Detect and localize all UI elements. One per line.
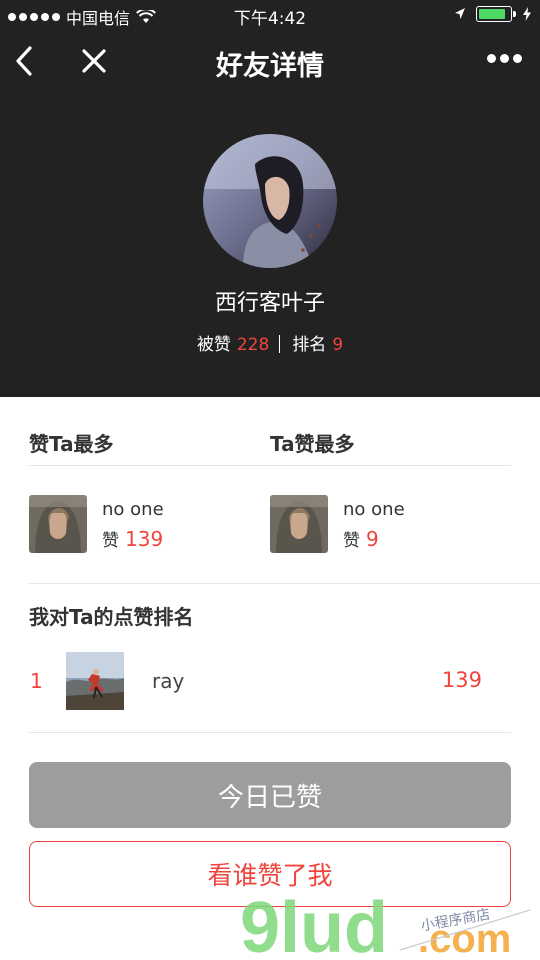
stats-divider [279,335,281,353]
watermark-tagline: 小程序商店 [420,907,492,935]
likes-count: 9 [366,527,379,551]
rank-label: 排名 [292,335,327,355]
top-likers-heading: 赞Ta最多 [29,432,114,456]
status-bar: 中国电信 下午4:42 [0,0,540,30]
profile-stats: 被赞 228 排名 9 [0,330,540,355]
divider [29,732,511,733]
ranking-name: ray [152,669,185,693]
liked-today-button[interactable]: 今日已赞 [29,762,511,828]
top-liked-avatar[interactable] [270,495,328,553]
divider [29,465,511,466]
my-ranking-heading: 我对Ta的点赞排名 [29,605,194,629]
top-liker-name: no one [102,499,164,520]
top-liker-likes: 赞 139 [102,526,163,551]
chevron-left-icon[interactable] [10,44,40,78]
divider [29,583,540,584]
profile-avatar [203,134,337,268]
ranking-number: 1 [30,669,43,693]
top-liker-avatar[interactable] [29,495,87,553]
liked-count: 228 [236,335,270,355]
profile-name: 西行客叶子 [214,291,325,316]
close-icon[interactable] [80,46,108,76]
profile-header: 中国电信 下午4:42 好友详情 西行客叶子 被赞 228 排名 9 [0,0,540,397]
charging-bolt-icon [523,7,531,21]
top-liked-likes: 赞9 [343,526,379,551]
nav-bar: 好友详情 [0,34,540,88]
rank-value: 9 [332,335,344,355]
who-liked-me-button[interactable]: 看谁赞了我 [29,841,511,907]
liked-label: 被赞 [196,335,231,355]
location-arrow-icon [455,8,465,19]
ranking-count: 139 [441,668,482,692]
likes-label: 赞 [102,531,119,551]
more-dots-icon[interactable] [487,54,522,63]
likes-count: 139 [125,527,164,551]
battery-icon [476,6,516,22]
ranking-avatar [66,652,124,710]
top-liked-heading: Ta赞最多 [270,432,355,456]
top-liked-name: no one [343,499,405,520]
likes-label: 赞 [343,531,360,551]
watermark-suffix: .com [418,917,511,958]
